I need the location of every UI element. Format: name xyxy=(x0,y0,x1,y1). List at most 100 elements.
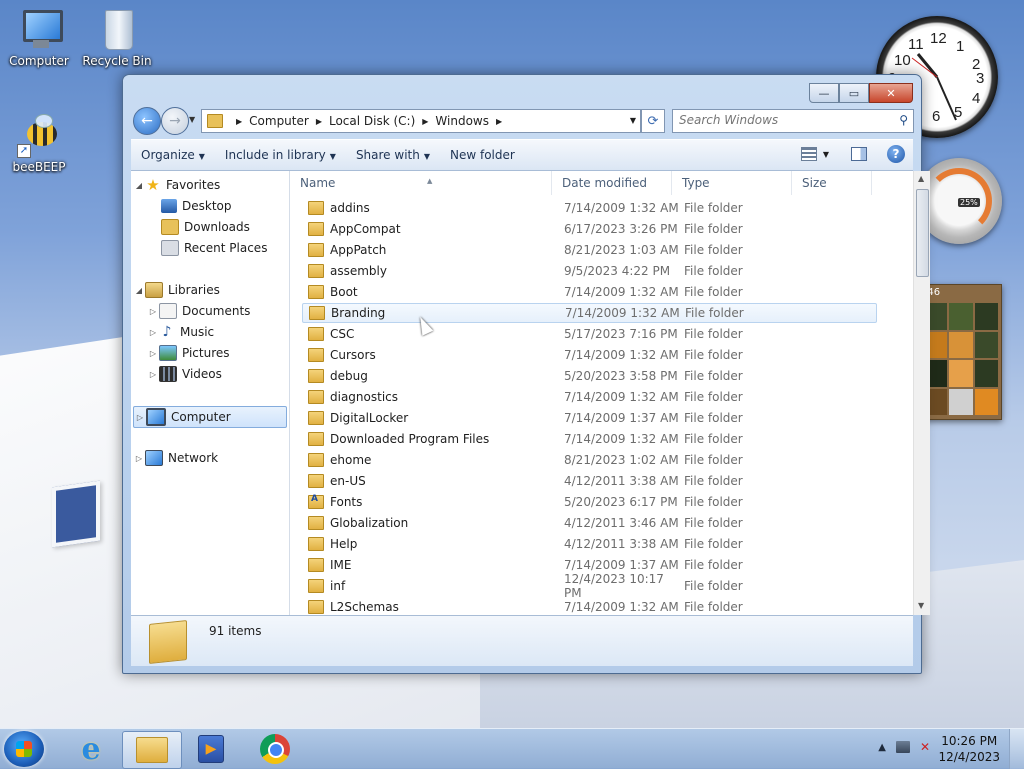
file-row[interactable]: ehome 8/21/2023 1:02 AM File folder xyxy=(302,450,877,470)
network-tray-icon[interactable] xyxy=(896,741,910,753)
collapse-arrow-icon[interactable]: ▷ xyxy=(133,454,145,463)
collapse-arrow-icon[interactable]: ▷ xyxy=(147,307,159,316)
file-row[interactable]: AppPatch 8/21/2023 1:03 AM File folder xyxy=(302,240,877,260)
collapse-arrow-icon[interactable]: ▷ xyxy=(134,413,146,422)
desktop-icon-computer[interactable]: Computer xyxy=(2,6,76,68)
desktop-icon-recycle-bin[interactable]: Recycle Bin xyxy=(80,6,154,68)
collapse-arrow-icon[interactable]: ▷ xyxy=(147,328,159,337)
file-row[interactable]: assembly 9/5/2023 4:22 PM File folder xyxy=(302,261,877,281)
file-row[interactable]: Boot 7/14/2009 1:32 AM File folder xyxy=(302,282,877,302)
taskbar-internet-explorer[interactable]: e xyxy=(62,731,120,767)
collapse-arrow-icon[interactable]: ▷ xyxy=(147,349,159,358)
share-with-label: Share with xyxy=(355,148,420,162)
help-icon[interactable]: ? xyxy=(887,145,905,163)
nav-pictures[interactable]: ▷ Pictures xyxy=(147,343,230,363)
back-button[interactable]: ← xyxy=(133,107,161,135)
breadcrumb-computer[interactable]: Computer xyxy=(249,114,309,128)
nav-favorites[interactable]: ◢ ★ Favorites xyxy=(133,175,220,195)
explorer-window[interactable]: — ▭ ✕ ← → ▼ ▶ Computer ▶ Local Disk (C:)… xyxy=(122,74,930,674)
file-row[interactable]: Cursors 7/14/2009 1:32 AM File folder xyxy=(302,345,877,365)
desktop-icon-beebeep[interactable]: ➚ beeBEEP xyxy=(2,112,76,174)
file-date-modified: 7/14/2009 1:32 AM xyxy=(565,306,680,320)
change-view-icon[interactable] xyxy=(800,147,817,161)
show-desktop-button[interactable] xyxy=(1009,729,1024,769)
search-input[interactable] xyxy=(673,110,885,130)
nav-documents[interactable]: ▷ Documents xyxy=(147,301,250,321)
nav-videos[interactable]: ▷ Videos xyxy=(147,364,222,384)
file-date-modified: 5/20/2023 6:17 PM xyxy=(564,495,678,509)
file-row[interactable]: debug 5/20/2023 3:58 PM File folder xyxy=(302,366,877,386)
column-header-date-modified[interactable]: Date modified xyxy=(552,171,672,195)
taskbar-clock[interactable]: 10:26 PM 12/4/2023 xyxy=(938,733,1000,765)
chevron-right-icon[interactable]: ▶ xyxy=(316,117,322,126)
forward-button[interactable]: → xyxy=(161,107,189,135)
minimize-button[interactable]: — xyxy=(809,83,839,103)
meter-percent: 25% xyxy=(958,198,980,207)
vertical-scrollbar[interactable]: ▲ ▼ xyxy=(913,171,930,615)
sort-arrow-icon: ▲ xyxy=(427,177,433,185)
maximize-button[interactable]: ▭ xyxy=(839,83,869,103)
file-row[interactable]: Help 4/12/2011 3:38 AM File folder xyxy=(302,534,877,554)
column-header-name[interactable]: Name ▲ xyxy=(290,171,552,195)
folder-icon xyxy=(309,306,325,320)
preview-pane-icon[interactable] xyxy=(851,147,867,161)
taskbar-media-player[interactable]: ▶ xyxy=(182,731,240,767)
nav-libraries[interactable]: ◢ Libraries xyxy=(133,280,220,300)
file-row[interactable]: Fonts 5/20/2023 6:17 PM File folder xyxy=(302,492,877,512)
expand-arrow-icon[interactable]: ◢ xyxy=(133,286,145,295)
collapse-arrow-icon[interactable]: ▷ xyxy=(147,370,159,379)
include-in-library-button[interactable]: Include in library ▼ xyxy=(215,148,346,162)
nav-desktop[interactable]: Desktop xyxy=(161,196,232,216)
chevron-down-icon[interactable]: ▼ xyxy=(823,150,829,159)
file-row[interactable]: DigitalLocker 7/14/2009 1:37 AM File folde… xyxy=(302,408,877,428)
nav-recent-places[interactable]: Recent Places xyxy=(161,238,267,258)
file-row[interactable]: Branding 7/14/2009 1:32 AM File folder xyxy=(302,303,877,323)
refresh-button[interactable]: ⟳ xyxy=(641,109,665,133)
start-button[interactable] xyxy=(4,731,44,767)
organize-button[interactable]: Organize ▼ xyxy=(131,148,215,162)
close-button[interactable]: ✕ xyxy=(869,83,913,103)
file-row[interactable]: addins 7/14/2009 1:32 AM File folder xyxy=(302,198,877,218)
chevron-right-icon[interactable]: ▶ xyxy=(422,117,428,126)
nav-computer[interactable]: ▷ Computer xyxy=(133,406,287,428)
file-row[interactable]: AppCompat 6/17/2023 3:26 PM File folder xyxy=(302,219,877,239)
file-row[interactable]: CSC 5/17/2023 7:16 PM File folder xyxy=(302,324,877,344)
chevron-right-icon[interactable]: ▶ xyxy=(236,117,242,126)
file-row[interactable]: Globalization 4/12/2011 3:46 AM File folde… xyxy=(302,513,877,533)
expand-arrow-icon[interactable]: ◢ xyxy=(133,181,145,190)
scroll-up-icon[interactable]: ▲ xyxy=(918,174,924,183)
nav-music[interactable]: ▷ ♪ Music xyxy=(147,322,214,342)
file-date-modified: 7/14/2009 1:32 AM xyxy=(564,285,679,299)
share-with-button[interactable]: Share with ▼ xyxy=(346,148,440,162)
folder-icon xyxy=(207,114,223,128)
show-hidden-icons-button[interactable]: ▲ xyxy=(878,742,886,753)
file-row[interactable]: L2Schemas 7/14/2009 1:32 AM File folder xyxy=(302,597,877,615)
recent-pages-dropdown[interactable]: ▼ xyxy=(189,115,195,124)
column-header-size[interactable]: Size xyxy=(792,171,872,195)
address-dropdown-icon[interactable]: ▼ xyxy=(630,116,636,125)
file-type: File folder xyxy=(684,600,743,614)
taskbar-windows-explorer[interactable] xyxy=(122,731,182,769)
file-row[interactable]: en-US 4/12/2011 3:38 AM File folder xyxy=(302,471,877,491)
breadcrumb-local-disk[interactable]: Local Disk (C:) xyxy=(329,114,415,128)
search-icon[interactable]: ⚲ xyxy=(899,113,908,127)
scroll-down-icon[interactable]: ▼ xyxy=(918,601,924,610)
file-row[interactable]: diagnostics 7/14/2009 1:32 AM File folder xyxy=(302,387,877,407)
volume-muted-icon[interactable]: ✕ xyxy=(920,741,934,753)
file-list[interactable]: Name ▲ Date modified Type Size addins 7/14… xyxy=(290,171,913,615)
new-folder-button[interactable]: New folder xyxy=(440,148,525,162)
column-header-type[interactable]: Type xyxy=(672,171,792,195)
file-row[interactable]: inf 12/4/2023 10:17 PM File folder xyxy=(302,572,877,600)
picture-puzzle-gadget[interactable]: :46 xyxy=(920,284,1002,420)
nav-network[interactable]: ▷ Network xyxy=(133,448,218,468)
nav-downloads[interactable]: Downloads xyxy=(161,217,250,237)
wallpaper-window xyxy=(52,480,100,548)
taskbar-chrome[interactable] xyxy=(246,731,304,767)
scroll-thumb[interactable] xyxy=(916,189,929,277)
file-row[interactable]: Downloaded Program Files 7/14/2009 1:32 A… xyxy=(302,429,877,449)
search-box[interactable]: ⚲ xyxy=(672,109,914,133)
chevron-right-icon[interactable]: ▶ xyxy=(496,117,502,126)
puzzle-grid[interactable] xyxy=(924,303,998,415)
breadcrumb-windows[interactable]: Windows xyxy=(435,114,489,128)
address-bar[interactable]: ▶ Computer ▶ Local Disk (C:) ▶ Windows ▶… xyxy=(201,109,641,133)
